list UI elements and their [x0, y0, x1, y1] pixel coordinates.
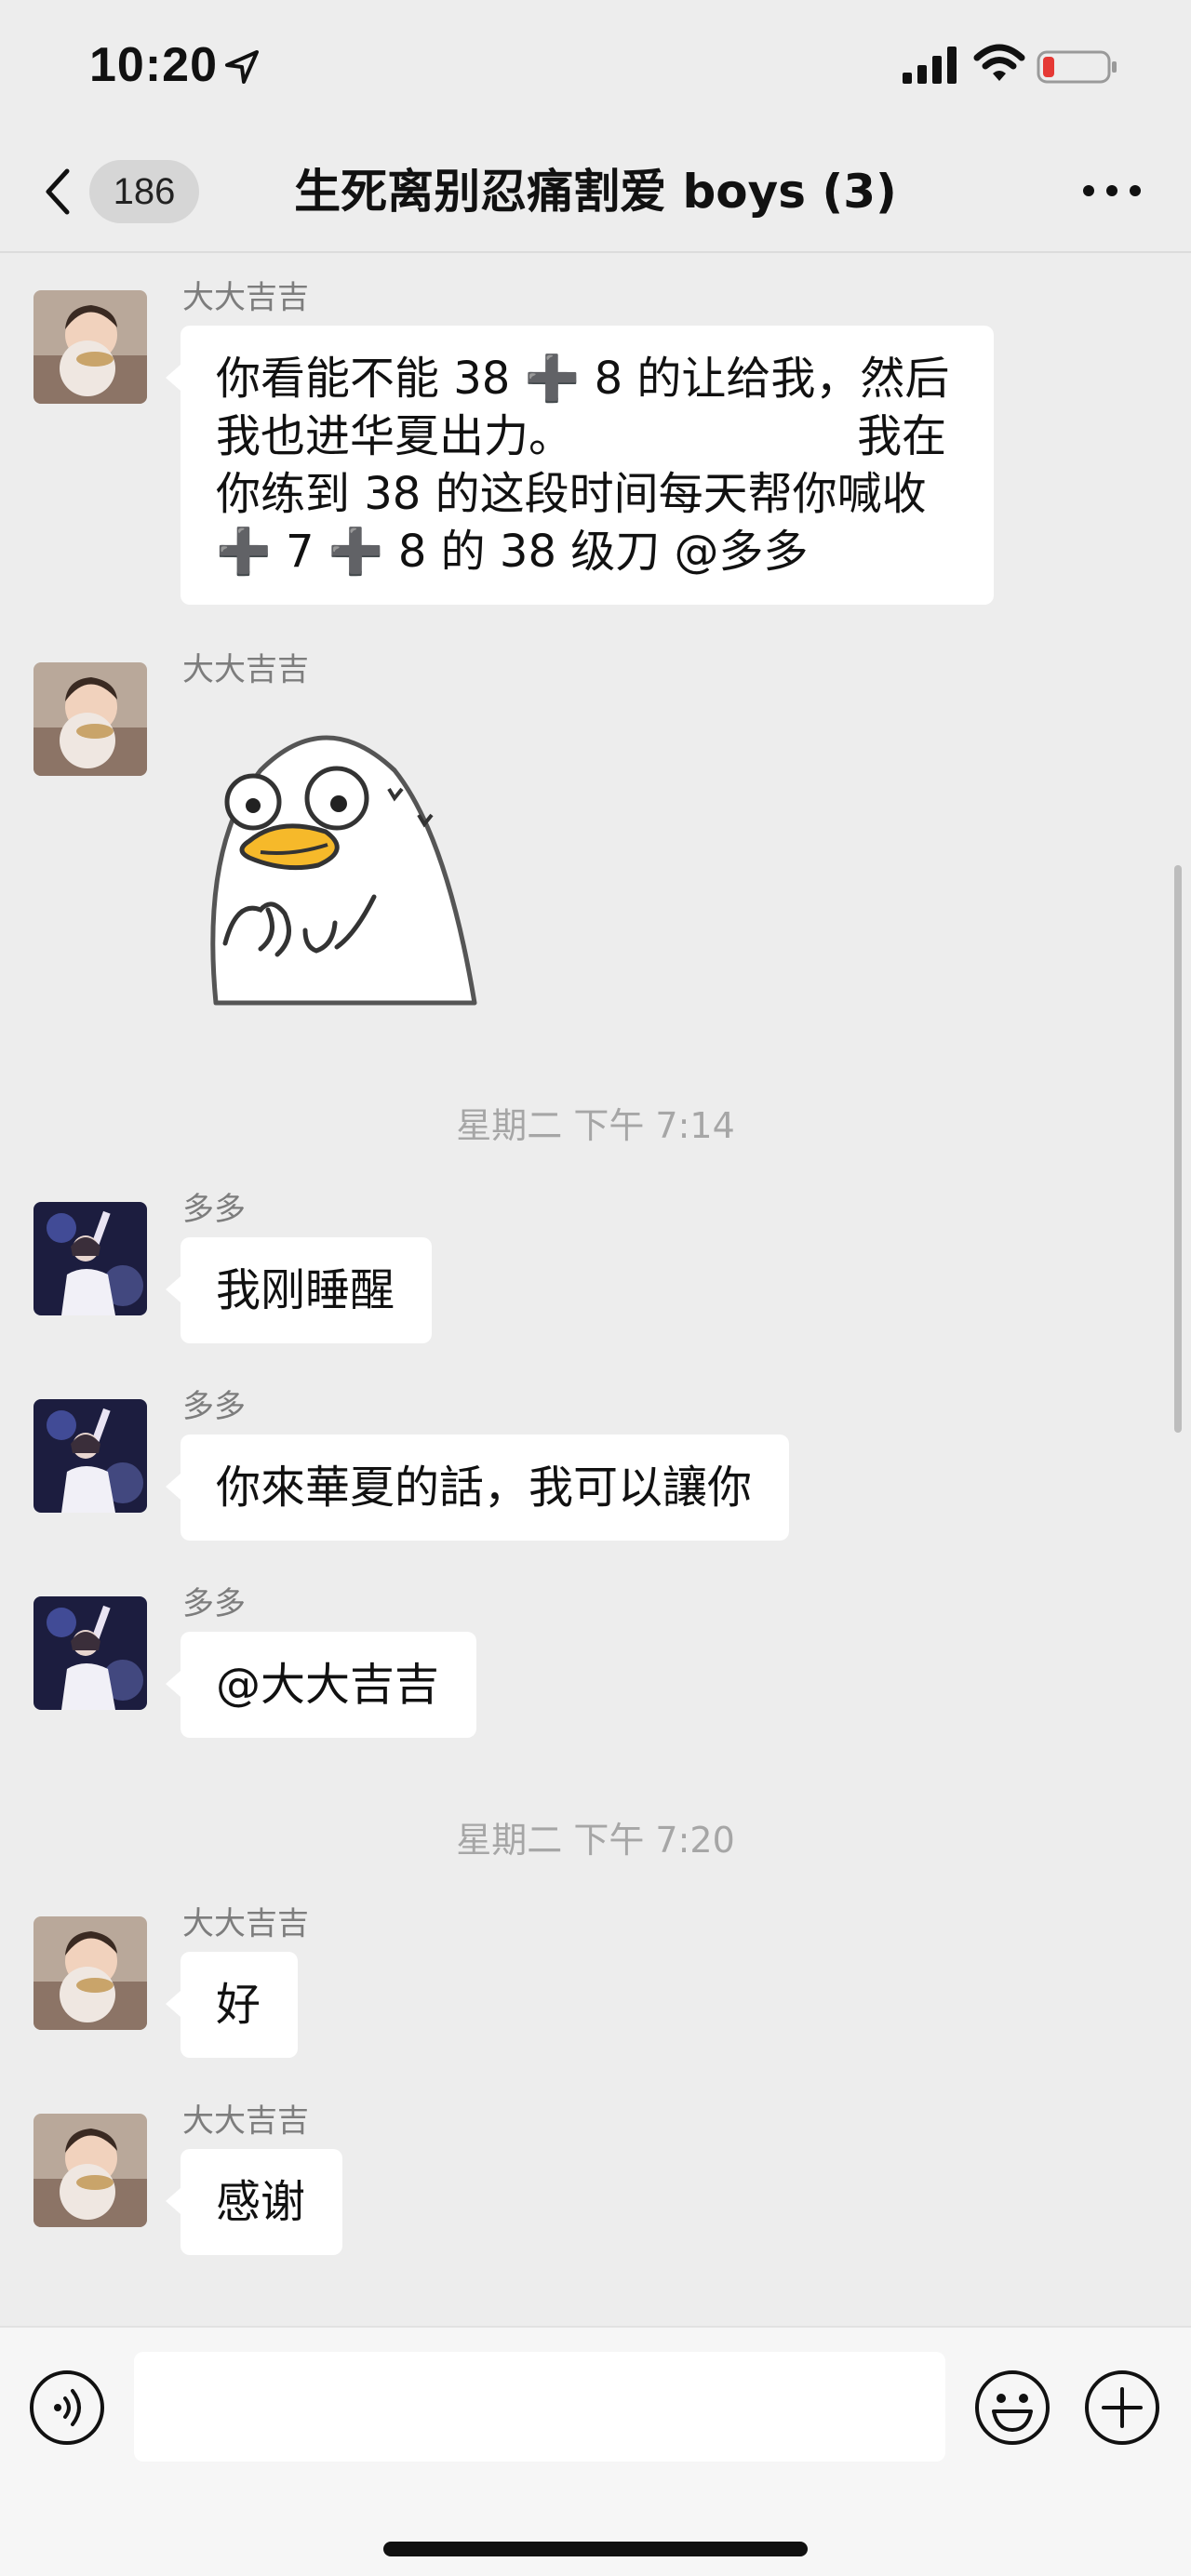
home-indicator	[383, 2542, 808, 2556]
sender-name: 大大吉吉	[182, 1905, 309, 1942]
unread-count-badge[interactable]: 186	[89, 160, 199, 223]
timestamp: 星期二 下午 7:20	[456, 1820, 735, 1861]
status-bar: 10:20	[0, 0, 1191, 140]
message-bubble[interactable]: 好	[165, 1952, 299, 2058]
avatar-dadajiji[interactable]	[33, 662, 147, 776]
message-input[interactable]	[134, 2352, 945, 2462]
voice-icon[interactable]	[28, 2369, 106, 2447]
avatar-duoduo[interactable]	[33, 1202, 147, 1315]
sender-name: 多多	[182, 1388, 246, 1425]
input-bar	[0, 2326, 1191, 2576]
battery-icon	[1037, 50, 1117, 84]
status-time: 10:20	[89, 38, 218, 92]
chat-title: 生死离别忍痛割爱 boys (3)	[294, 165, 897, 219]
timestamp: 星期二 下午 7:14	[456, 1105, 735, 1146]
emoji-icon[interactable]	[973, 2369, 1051, 2447]
avatar-duoduo[interactable]	[33, 1399, 147, 1513]
message-bubble[interactable]: @大大吉吉	[165, 1632, 477, 1738]
sender-name: 多多	[182, 1191, 246, 1228]
message-bubble[interactable]: 你來華夏的話，我可以讓你	[165, 1435, 790, 1541]
message-bubble[interactable]: 我刚睡醒	[165, 1237, 433, 1343]
avatar-dadajiji[interactable]	[33, 1916, 147, 2030]
sender-name: 多多	[182, 1585, 246, 1622]
message-bubble[interactable]: 感谢	[165, 2149, 343, 2255]
avatar-dadajiji[interactable]	[33, 290, 147, 404]
duck-sticker-icon[interactable]	[195, 714, 512, 1012]
scrollbar[interactable]	[1174, 865, 1182, 1433]
back-chevron-icon[interactable]	[37, 164, 78, 220]
chat-header: 186 生死离别忍痛割爱 boys (3)	[0, 140, 1191, 253]
wifi-icon	[973, 44, 1025, 81]
more-dots-icon[interactable]	[1079, 177, 1144, 205]
plus-icon[interactable]	[1083, 2369, 1161, 2447]
signal-icon	[903, 47, 957, 84]
sender-name: 大大吉吉	[182, 651, 309, 688]
avatar-duoduo[interactable]	[33, 1596, 147, 1710]
location-arrow-icon	[225, 50, 259, 84]
avatar-dadajiji[interactable]	[33, 2114, 147, 2227]
sender-name: 大大吉吉	[182, 2102, 309, 2140]
message-bubble[interactable]: 你看能不能 38 ➕ 8 的让给我，然后 我也进华夏出力。 我在 你练到 38 …	[166, 326, 994, 605]
sender-name: 大大吉吉	[182, 279, 309, 316]
